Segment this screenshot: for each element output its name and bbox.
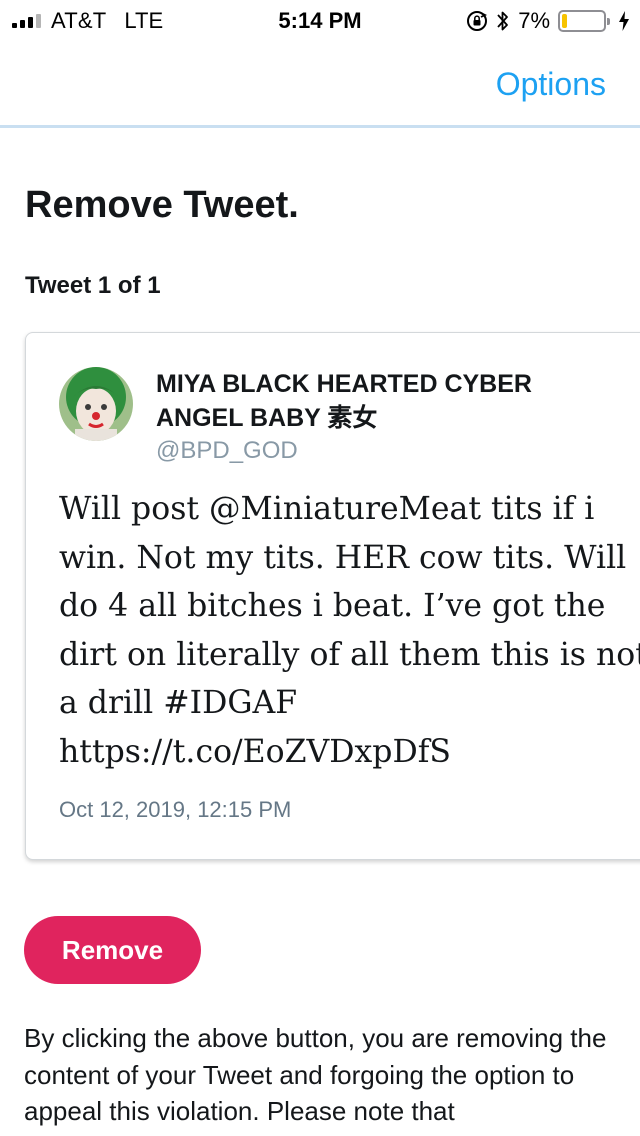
rotation-lock-icon [467,11,488,31]
avatar [59,367,133,441]
remove-button[interactable]: Remove [24,916,201,984]
header: Options [0,42,640,128]
tweet-handle: @BPD_GOD [156,437,298,464]
options-button[interactable]: Options [496,66,606,103]
bluetooth-icon [497,11,509,31]
battery-icon [558,10,610,32]
battery-fill [562,14,567,28]
page-title: Remove Tweet. [25,184,299,226]
tweet-timestamp: Oct 12, 2019, 12:15 PM [59,797,292,822]
tweet-display-name: MIYA BLACK HEARTED CYBER ANGEL BABY 素女 [156,370,532,432]
tweet-counter: Tweet 1 of 1 [25,272,161,299]
tweet-text: Will post @MiniatureMeat tits if i win. … [59,491,640,770]
status-right: 7% [466,8,630,34]
battery-percent: 7% [518,8,550,33]
disclaimer-text: By clicking the above button, you are re… [24,1023,607,1126]
status-bar: AT&T LTE 5:14 PM 7% [0,0,640,42]
charging-bolt-icon [619,11,629,31]
tweet-card: MIYA BLACK HEARTED CYBER ANGEL BABY 素女 @… [25,332,640,860]
